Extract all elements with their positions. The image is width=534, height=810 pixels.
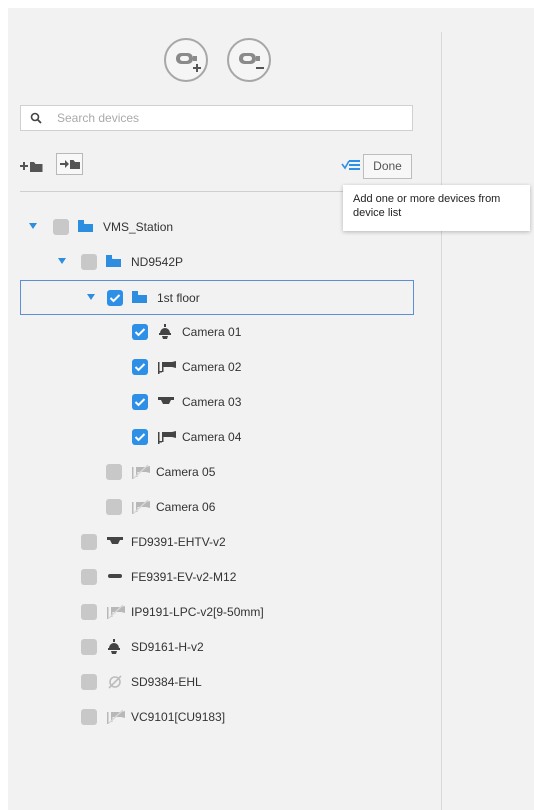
tree-row[interactable]: FE9391-EV-v2-M12 — [0, 560, 440, 595]
camera-remove-icon — [239, 53, 264, 69]
search-box — [20, 105, 413, 131]
tree-checkbox[interactable] — [81, 674, 97, 690]
tree-row[interactable]: Camera 02 — [0, 350, 440, 385]
tree-row[interactable]: ND9542P — [0, 245, 440, 280]
bullet-offline-icon — [131, 464, 151, 480]
tree-checkbox[interactable] — [81, 569, 97, 585]
tree-item-label: ND9542P — [131, 255, 184, 269]
tree-checkbox[interactable] — [132, 429, 148, 445]
tree-checkbox[interactable] — [53, 219, 69, 235]
panel-divider — [441, 32, 442, 810]
tree-checkbox[interactable] — [132, 324, 148, 340]
tree-item-label: Camera 02 — [182, 360, 242, 374]
camera-add-icon — [176, 53, 201, 72]
folder-icon — [78, 219, 98, 235]
tree-checkbox[interactable] — [106, 464, 122, 480]
tree-item-label: Camera 03 — [182, 395, 242, 409]
tree-checkbox[interactable] — [81, 639, 97, 655]
fisheye-icon — [106, 569, 126, 585]
bullet-offline-icon — [106, 604, 126, 620]
tree-item-label: Camera 01 — [182, 325, 242, 339]
expand-toggle-icon[interactable] — [87, 294, 95, 300]
tree-row[interactable]: Camera 03 — [0, 385, 440, 420]
bullet-icon — [157, 359, 177, 375]
add-from-list-icon[interactable] — [341, 159, 361, 173]
tree-checkbox[interactable] — [81, 709, 97, 725]
tree-row[interactable]: FD9391-EHTV-v2 — [0, 525, 440, 560]
speed-dome-icon — [106, 639, 126, 655]
tree-row[interactable]: Camera 05 — [0, 455, 440, 490]
tree-row[interactable]: 1st floor — [20, 280, 414, 315]
tree-checkbox[interactable] — [132, 359, 148, 375]
expand-toggle-icon[interactable] — [58, 258, 66, 264]
folder-icon — [106, 254, 126, 270]
search-input[interactable] — [57, 109, 397, 127]
done-button[interactable]: Done — [363, 154, 412, 179]
add-folder-icon[interactable] — [20, 158, 44, 174]
tree-row[interactable]: VC9101[CU9183] — [0, 700, 440, 735]
tree-row[interactable]: Camera 04 — [0, 420, 440, 455]
remove-camera-button[interactable] — [227, 38, 271, 82]
dome-icon — [106, 534, 126, 550]
tree-checkbox[interactable] — [132, 394, 148, 410]
bullet-offline-icon — [106, 709, 126, 725]
tree-item-label: VC9101[CU9183] — [131, 710, 226, 724]
tree-checkbox[interactable] — [81, 254, 97, 270]
tree-item-label: Camera 05 — [156, 465, 216, 479]
tree-item-label: FE9391-EV-v2-M12 — [131, 570, 237, 584]
tree-checkbox[interactable] — [107, 290, 123, 306]
bullet-icon — [157, 429, 177, 445]
tree-item-label: Camera 06 — [156, 500, 216, 514]
speed-dome-icon — [157, 324, 177, 340]
tree-item-label: VMS_Station — [103, 220, 174, 234]
add-camera-button[interactable] — [164, 38, 208, 82]
tree-row[interactable]: SD9384-EHL — [0, 665, 440, 700]
dome-icon — [157, 394, 177, 410]
tree-checkbox[interactable] — [81, 534, 97, 550]
tree-item-label: FD9391-EHTV-v2 — [131, 535, 226, 549]
tree-item-label: IP9191-LPC-v2[9-50mm] — [131, 605, 264, 619]
tree-row[interactable]: Camera 06 — [0, 490, 440, 525]
bullet-offline-icon — [131, 499, 151, 515]
tree-checkbox[interactable] — [106, 499, 122, 515]
expand-toggle-icon[interactable] — [29, 223, 37, 229]
tree-row[interactable]: SD9161-H-v2 — [0, 630, 440, 665]
search-icon — [30, 112, 42, 124]
tree-item-label: Camera 04 — [182, 430, 242, 444]
tree-row[interactable]: IP9191-LPC-v2[9-50mm] — [0, 595, 440, 630]
tree-item-label: SD9161-H-v2 — [131, 640, 204, 654]
move-to-folder-button[interactable] — [56, 153, 83, 175]
tree-item-label: 1st floor — [157, 291, 200, 305]
disabled-icon — [106, 674, 126, 690]
move-to-folder-icon — [60, 160, 80, 169]
tree-row[interactable]: Camera 01 — [0, 315, 440, 350]
tree-checkbox[interactable] — [81, 604, 97, 620]
folder-icon — [132, 290, 152, 306]
tooltip: Add one or more devices from device list — [343, 185, 530, 231]
tree-item-label: SD9384-EHL — [131, 675, 202, 689]
